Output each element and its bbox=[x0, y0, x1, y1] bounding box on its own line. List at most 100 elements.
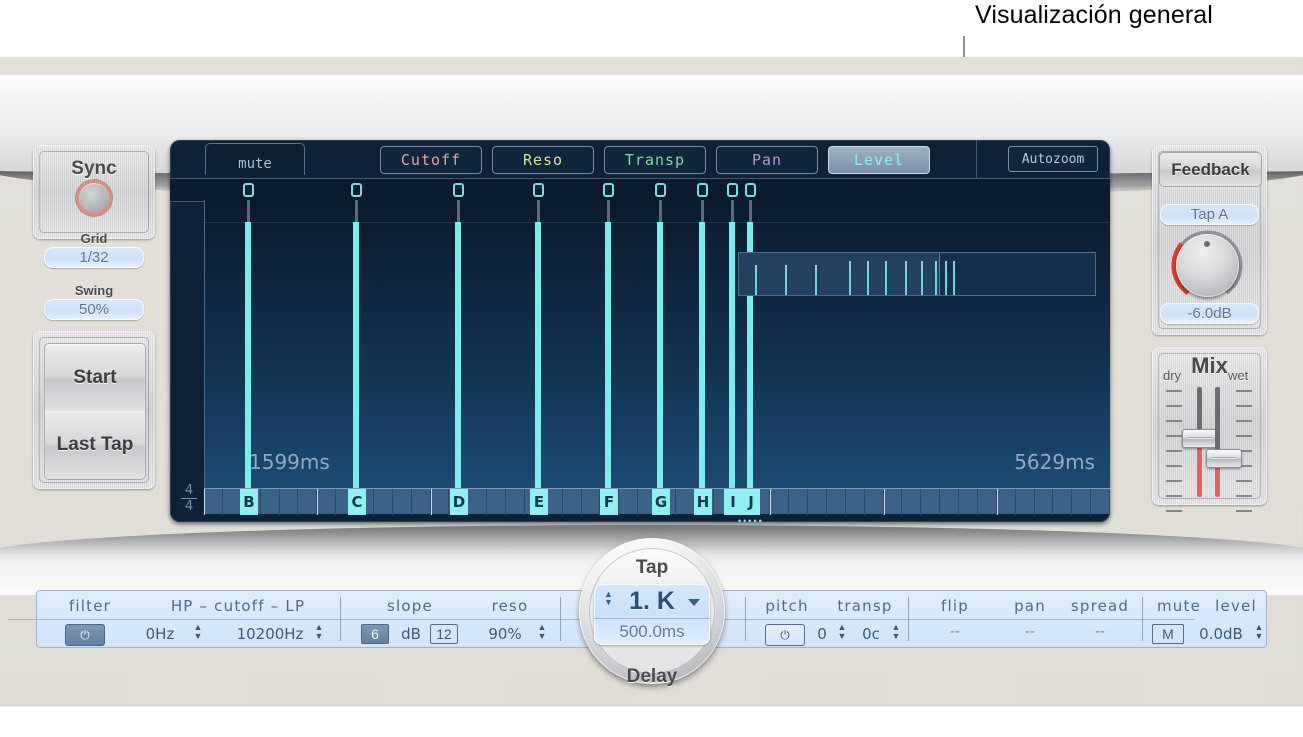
ruler-cell bbox=[468, 489, 487, 515]
tap-level-bar[interactable] bbox=[353, 222, 359, 488]
tap-level-bar[interactable] bbox=[535, 222, 541, 488]
tap-level-bar[interactable] bbox=[605, 222, 611, 488]
overview-tap-line bbox=[785, 265, 787, 295]
tap-chip[interactable]: C bbox=[348, 489, 366, 515]
ruler-bar-separator bbox=[884, 489, 885, 515]
ruler-cell bbox=[317, 489, 336, 515]
spread-value[interactable]: -- bbox=[1060, 623, 1140, 640]
ruler-cell bbox=[1016, 489, 1035, 515]
overview-selection-region[interactable] bbox=[739, 253, 940, 295]
swing-value-field[interactable]: 50% bbox=[44, 299, 144, 320]
tap-mute-marker[interactable] bbox=[727, 183, 738, 197]
tap-chip[interactable]: B bbox=[240, 489, 258, 515]
slope-12db-button[interactable]: 12 bbox=[430, 624, 458, 644]
pitch-semitone-stepper[interactable]: ▲▼ bbox=[836, 623, 848, 641]
fader-tick bbox=[1236, 480, 1252, 486]
grid-value-field[interactable]: 1/32 bbox=[44, 247, 144, 268]
tap-chip[interactable]: J bbox=[742, 489, 760, 515]
tab-level[interactable]: Level bbox=[828, 146, 930, 174]
wet-fader-handle[interactable] bbox=[1206, 449, 1242, 468]
tap-chip[interactable]: H bbox=[694, 489, 712, 515]
tap-level-bar[interactable] bbox=[455, 222, 461, 488]
tap-level-bar[interactable] bbox=[729, 222, 735, 488]
fader-tick bbox=[1236, 510, 1252, 516]
tap-chip[interactable]: F bbox=[600, 489, 618, 515]
autozoom-button[interactable]: Autozoom bbox=[1008, 146, 1098, 172]
chevron-down-icon[interactable] bbox=[688, 599, 700, 606]
start-button[interactable]: Start bbox=[44, 343, 146, 413]
filter-lp-stepper[interactable]: ▲▼ bbox=[313, 623, 325, 641]
reso-value[interactable]: 90% bbox=[477, 623, 533, 645]
filter-lp-value[interactable]: 10200Hz bbox=[228, 623, 312, 645]
ruler-cell bbox=[374, 489, 393, 515]
fader-tick bbox=[1166, 465, 1182, 471]
filter-hp-value[interactable]: 0Hz bbox=[130, 623, 190, 645]
tab-cutoff[interactable]: Cutoff bbox=[380, 146, 482, 174]
wet-fader-track[interactable] bbox=[1215, 387, 1220, 497]
tap-mute-marker[interactable] bbox=[243, 183, 254, 197]
filter-hp-stepper[interactable]: ▲▼ bbox=[192, 623, 204, 641]
tap-chip[interactable]: G bbox=[652, 489, 670, 515]
dry-fader-handle[interactable] bbox=[1182, 429, 1218, 448]
tap-delay-value[interactable]: 500.0ms bbox=[594, 619, 710, 645]
fader-tick bbox=[1236, 390, 1252, 396]
tap-mute-marker[interactable] bbox=[351, 183, 362, 197]
tap-chip[interactable]: E bbox=[530, 489, 548, 515]
overview-tap-line bbox=[953, 261, 955, 295]
tap-number-stepper[interactable]: ▲▼ bbox=[603, 590, 614, 606]
ruler-cell bbox=[204, 489, 223, 515]
overview-minimap[interactable] bbox=[738, 252, 1096, 296]
fader-tick bbox=[1166, 390, 1182, 396]
slope-6db-button[interactable]: 6 bbox=[361, 624, 389, 644]
tab-pan[interactable]: Pan bbox=[716, 146, 818, 174]
flip-value[interactable]: -- bbox=[925, 623, 985, 640]
ruler-bar-separator bbox=[770, 489, 771, 515]
tap-stem bbox=[659, 200, 662, 222]
reso-stepper[interactable]: ▲▼ bbox=[536, 623, 548, 641]
ruler-cell bbox=[978, 489, 997, 515]
level-stepper[interactable]: ▲▼ bbox=[1253, 623, 1265, 641]
filter-power-button[interactable]: ⏻ bbox=[65, 624, 105, 646]
tap-display: mute Cutoff Reso Transp Pan Level Autozo… bbox=[170, 140, 1110, 522]
spread-header: spread bbox=[1060, 597, 1140, 615]
pitch-power-button[interactable]: ⏻ bbox=[765, 624, 805, 646]
tab-reso[interactable]: Reso bbox=[492, 146, 594, 174]
tab-transp[interactable]: Transp bbox=[604, 146, 706, 174]
dry-fader-ticks bbox=[1166, 390, 1182, 525]
ruler-bar-separator bbox=[317, 489, 318, 515]
tap-selector-display[interactable]: 1. K ▲▼ 500.0ms bbox=[594, 584, 710, 645]
tap-mute-marker[interactable] bbox=[697, 183, 708, 197]
tap-mute-marker[interactable] bbox=[745, 183, 756, 197]
feedback-button[interactable]: Feedback bbox=[1159, 152, 1262, 187]
tap-chip[interactable]: I bbox=[724, 489, 742, 515]
tap-ruler[interactable]: B C D E F GHIJ bbox=[204, 488, 1110, 514]
feedback-tap-field[interactable]: Tap A bbox=[1160, 204, 1259, 225]
pitch-cents-value[interactable]: 0c bbox=[856, 623, 886, 645]
level-value[interactable]: 0.0dB bbox=[1192, 623, 1250, 645]
tap-mute-marker[interactable] bbox=[453, 183, 464, 197]
pitch-cents-stepper[interactable]: ▲▼ bbox=[890, 623, 902, 641]
overview-tap-line bbox=[885, 261, 887, 295]
ruler-cell bbox=[808, 489, 827, 515]
tap-mute-marker[interactable] bbox=[533, 183, 544, 197]
filter-header: filter bbox=[50, 597, 130, 615]
tap-level-bar[interactable] bbox=[245, 222, 251, 488]
sync-toggle-led[interactable] bbox=[79, 183, 109, 213]
mute-marker-row bbox=[170, 178, 1110, 202]
tap-level-graph[interactable]: 1599ms 5629ms bbox=[204, 200, 1110, 488]
tap-mute-marker[interactable] bbox=[655, 183, 666, 197]
tap-mute-marker[interactable] bbox=[603, 183, 614, 197]
tap-chip[interactable]: D bbox=[450, 489, 468, 515]
ruler-cell bbox=[959, 489, 978, 515]
tab-mute[interactable]: mute bbox=[205, 143, 305, 175]
mute-button[interactable]: M bbox=[1152, 624, 1184, 644]
pitch-semitone-value[interactable]: 0 bbox=[810, 623, 834, 645]
pan-value[interactable]: -- bbox=[1000, 623, 1060, 640]
tap-level-bar[interactable] bbox=[699, 222, 705, 488]
sync-label: Sync bbox=[33, 158, 155, 180]
feedback-knob[interactable] bbox=[1176, 234, 1239, 297]
param-divider-5 bbox=[1142, 597, 1143, 641]
tap-level-bar[interactable] bbox=[657, 222, 663, 488]
last-tap-button[interactable]: Last Tap bbox=[44, 411, 146, 480]
feedback-level-field[interactable]: -6.0dB bbox=[1160, 303, 1259, 324]
